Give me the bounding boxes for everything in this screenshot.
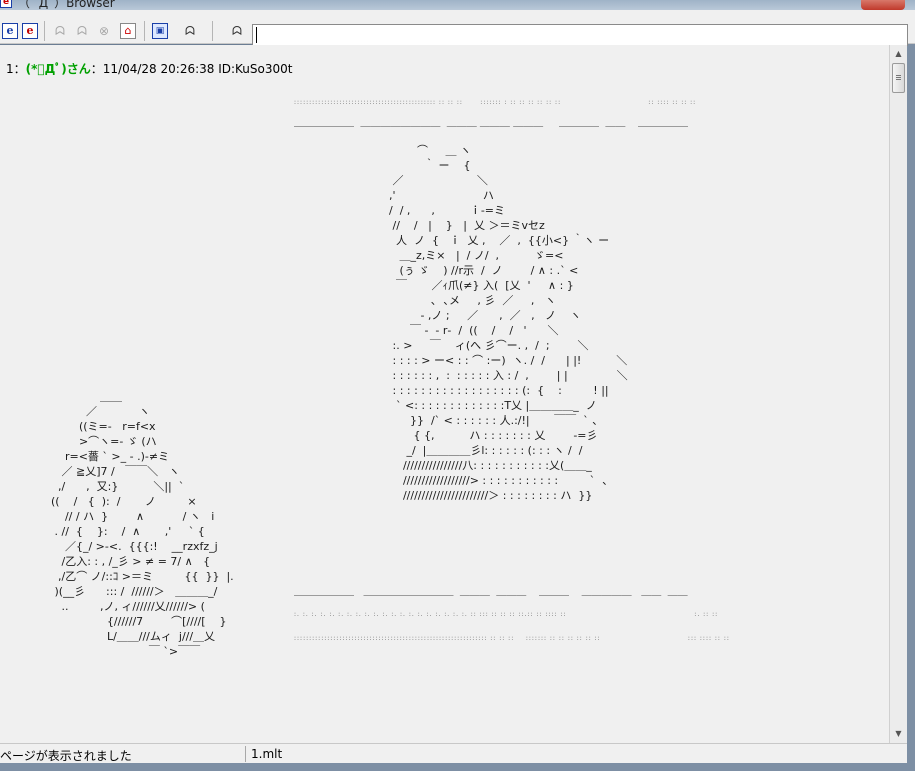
vertical-scrollbar[interactable]: ▲ ▼ bbox=[889, 45, 907, 743]
post-separator: ： bbox=[13, 62, 26, 76]
settings-mona-icon[interactable]: ᗣ bbox=[227, 21, 247, 41]
window-icon[interactable]: ▣ bbox=[150, 21, 170, 41]
app-icon: e bbox=[0, 0, 12, 8]
window-frame-right bbox=[907, 10, 915, 771]
status-file: 1.mlt bbox=[251, 747, 283, 761]
ie-icon[interactable]: e bbox=[20, 21, 40, 41]
address-input[interactable] bbox=[252, 24, 908, 46]
toolbar-separator bbox=[144, 21, 145, 41]
status-bar: ページが表示されました 1.mlt bbox=[0, 743, 907, 763]
window-frame-bottom bbox=[0, 763, 915, 771]
window-title: （ ﾟДﾟ）Browser bbox=[18, 0, 115, 10]
home-icon[interactable]: ⌂ bbox=[118, 21, 138, 41]
toolbar-separator bbox=[44, 21, 45, 41]
status-message: ページが表示されました bbox=[0, 749, 132, 763]
ie-icon[interactable]: e bbox=[0, 21, 20, 41]
close-button[interactable] bbox=[861, 0, 905, 10]
text-caret bbox=[256, 27, 257, 43]
post-header: 1：(*ﾟДﾟ)さん：11/04/28 20:26:38 ID:KuSo300t bbox=[6, 60, 292, 77]
thread-view: 1：(*ﾟДﾟ)さん：11/04/28 20:26:38 ID:KuSo300t… bbox=[0, 45, 889, 743]
forward-disabled-icon[interactable]: ᗣ bbox=[72, 21, 92, 41]
post-meta: ：11/04/28 20:26:38 ID:KuSo300t bbox=[90, 62, 293, 76]
ascii-art-bottom-dots: ::::::::::::::::::::::::::::::::::::::::… bbox=[294, 635, 730, 642]
ascii-art-top-dots: ::::::::::::::::::::::::::::::::::::::::… bbox=[294, 99, 697, 106]
stop-disabled-icon[interactable]: ⊗ bbox=[94, 21, 114, 41]
post-number[interactable]: 1 bbox=[6, 62, 14, 76]
toolbar: e e ᗣ ᗣ ⊗ ⌂ ▣ ᗣ ᗣ bbox=[0, 10, 915, 46]
scrollbar-thumb[interactable] bbox=[892, 63, 905, 93]
scroll-up-icon[interactable]: ▲ bbox=[890, 45, 907, 62]
status-divider bbox=[245, 746, 246, 762]
ascii-art-bottom-line: ＿＿＿＿＿＿ ＿＿＿＿＿＿＿＿＿ ＿＿＿ ＿＿＿ ＿＿＿ ＿＿＿＿＿ ＿＿ ＿＿ bbox=[294, 587, 688, 598]
ascii-art-top-line: ＿＿＿＿＿＿ ＿＿＿＿＿＿＿＿ ＿＿＿ ＿＿＿ ＿＿＿ ＿＿＿＿ ＿＿ ＿＿＿＿… bbox=[294, 118, 689, 129]
ascii-art-bottom-dots: :. :. :. :. :. :. :. :. :. :. :. :. :. :… bbox=[294, 611, 719, 618]
scroll-down-icon[interactable]: ▼ bbox=[890, 725, 907, 742]
back-disabled-icon[interactable]: ᗣ bbox=[50, 21, 70, 41]
post-author: (*ﾟДﾟ)さん bbox=[25, 62, 91, 76]
title-bar: e （ ﾟДﾟ）Browser bbox=[0, 0, 915, 10]
mona-icon[interactable]: ᗣ bbox=[180, 21, 200, 41]
ascii-art-right-figure: ⌒ ＿ ヽ ｀ ー { ／ ＼ ,' ハ / / , , ｉ‐=ミ // / |… bbox=[388, 144, 628, 502]
ascii-art-left-figure: ＿＿ ／ ヽ ((ミ=- r=f<x >⌒ヽ=- ゞ (ハ r=<薔 ` >_ … bbox=[50, 390, 234, 658]
toolbar-separator bbox=[212, 21, 213, 41]
